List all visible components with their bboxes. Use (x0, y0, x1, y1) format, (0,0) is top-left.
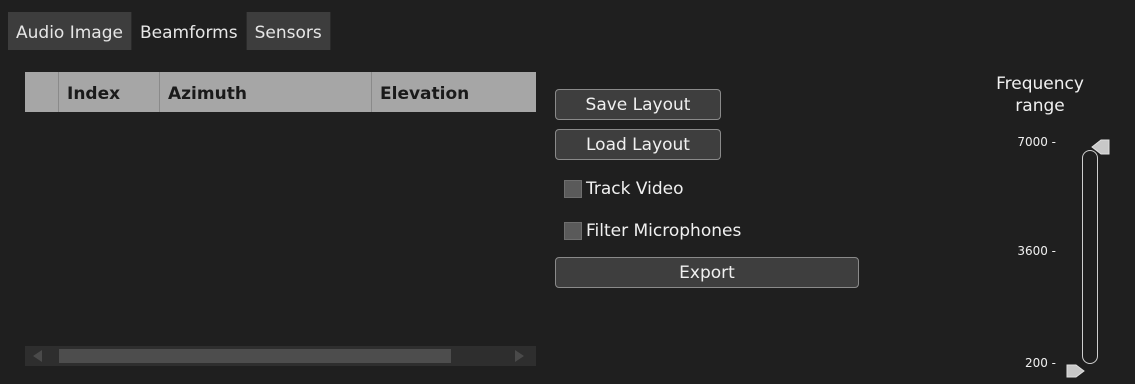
track-video-checkbox[interactable] (564, 180, 582, 198)
frequency-min-handle-icon[interactable] (1066, 364, 1086, 378)
filter-microphones-label: Filter Microphones (586, 221, 742, 241)
filter-microphones-checkbox-row[interactable]: Filter Microphones (564, 219, 741, 243)
frequency-tick-min: 200 - (1024, 356, 1056, 370)
load-layout-button[interactable]: Load Layout (555, 129, 721, 160)
scroll-right-arrow-icon[interactable] (515, 350, 524, 362)
column-header-elevation[interactable]: Elevation (372, 72, 536, 112)
frequency-max-handle-icon[interactable] (1090, 138, 1110, 156)
scroll-thumb[interactable] (59, 349, 451, 363)
frequency-title-line1: Frequency (996, 74, 1084, 94)
tab-sensors[interactable]: Sensors (246, 12, 331, 50)
beamforming-window: Audio Image Beamforms Sensors Index Azim… (0, 0, 1135, 384)
column-header-azimuth[interactable]: Azimuth (160, 72, 372, 112)
tab-beamforms[interactable]: Beamforms (131, 12, 247, 50)
column-header-select[interactable] (25, 72, 59, 112)
beamform-table-header: Index Azimuth Elevation (25, 72, 536, 112)
frequency-range-slider-track[interactable] (1082, 150, 1098, 364)
save-layout-button[interactable]: Save Layout (555, 89, 721, 120)
horizontal-scrollbar[interactable] (25, 346, 536, 366)
beamform-table-body[interactable] (25, 112, 536, 342)
scroll-left-arrow-icon[interactable] (33, 350, 42, 362)
tab-audio-image[interactable]: Audio Image (8, 12, 132, 50)
column-header-index[interactable]: Index (59, 72, 160, 112)
track-video-label: Track Video (586, 179, 684, 199)
export-button[interactable]: Export (555, 257, 859, 288)
filter-microphones-checkbox[interactable] (564, 222, 582, 240)
frequency-title-line2: range (1015, 96, 1065, 116)
frequency-tick-max: 7000 - (1017, 135, 1056, 149)
frequency-tick-mid: 3600 - (1017, 244, 1056, 258)
frequency-range-title: Frequency range (970, 73, 1110, 117)
track-video-checkbox-row[interactable]: Track Video (564, 177, 684, 201)
tab-bar: Audio Image Beamforms Sensors (8, 12, 331, 50)
